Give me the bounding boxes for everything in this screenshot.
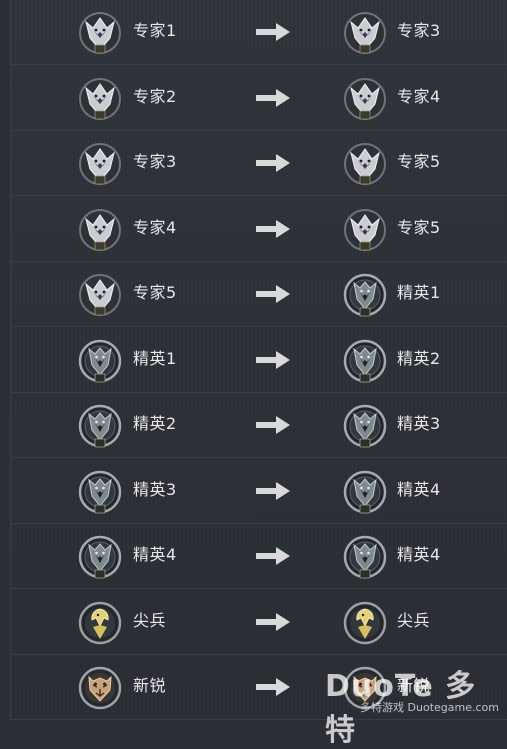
wolf-emblem-dark-icon	[341, 336, 389, 384]
tiger-emblem-icon	[76, 663, 124, 711]
to-rank-label: 专家5	[397, 152, 441, 171]
to-rank-label: 专家5	[397, 217, 441, 237]
from-rank-label: 精英3	[133, 479, 177, 499]
wolf-emblem-silver-icon	[76, 139, 124, 187]
arrow-right-icon	[256, 88, 290, 107]
eagle-emblem-icon	[76, 598, 124, 646]
to-rank-label: 精英1	[397, 283, 441, 302]
to-rank-label: 精英2	[397, 348, 441, 368]
wolf-emblem-silver-icon	[341, 205, 389, 253]
arrow-right-icon	[256, 612, 290, 631]
eagle-emblem-icon	[341, 598, 389, 646]
wolf-emblem-silver-icon	[341, 8, 389, 56]
wolf-emblem-dark-icon	[341, 467, 389, 515]
wolf-emblem-dark-icon	[76, 532, 124, 580]
arrow-right-icon	[256, 547, 290, 565]
wolf-emblem-dark-icon	[76, 401, 124, 449]
wolf-emblem-dark-icon	[76, 467, 124, 515]
wolf-emblem-silver-icon	[341, 74, 389, 122]
from-rank-label: 专家4	[133, 217, 177, 237]
table-row: 专家4 专家5	[11, 197, 507, 262]
arrow-right-icon	[256, 154, 290, 172]
to-rank-label: 精英4	[397, 545, 441, 564]
from-rank-label: 新锐	[133, 676, 167, 695]
watermark: DuoTe 多特 多特游戏 Duotegame.com	[325, 661, 501, 748]
wolf-emblem-dark-icon	[341, 401, 389, 449]
wolf-emblem-dark-icon	[341, 532, 389, 580]
from-rank-label: 专家5	[133, 283, 177, 302]
wolf-emblem-dark-icon	[76, 336, 124, 384]
rank-table: 专家1 专家3 专家2 专家4 专家3 专家5 专家4 专家5 专家5 精英1 …	[10, 0, 507, 721]
table-row: 尖兵 尖兵	[11, 590, 507, 655]
from-rank-label: 专家3	[133, 152, 177, 171]
wolf-emblem-silver-icon	[76, 8, 124, 56]
table-row: 精英2 精英3	[11, 393, 507, 458]
table-row: 精英1 精英2	[11, 328, 507, 393]
to-rank-label: 尖兵	[397, 610, 431, 630]
arrow-right-icon	[256, 23, 290, 41]
arrow-right-icon	[256, 219, 290, 238]
table-row: 精英3 精英4	[11, 459, 507, 524]
from-rank-label: 精英4	[133, 545, 177, 564]
to-rank-label: 精英4	[397, 479, 441, 499]
arrow-right-icon	[256, 481, 290, 500]
wolf-emblem-silver-icon	[341, 139, 389, 187]
watermark-caption: 多特游戏 Duotegame.com	[360, 701, 499, 714]
from-rank-label: 精英1	[133, 348, 177, 368]
from-rank-label: 尖兵	[133, 610, 167, 630]
table-row: 精英4 精英4	[11, 524, 507, 589]
to-rank-label: 专家3	[397, 21, 441, 40]
wolf-emblem-dark-icon	[341, 270, 389, 318]
table-row: 专家5 精英1	[11, 262, 507, 327]
to-rank-label: 精英3	[397, 414, 441, 433]
arrow-right-icon	[256, 678, 290, 696]
table-row: 专家1 专家3	[11, 0, 507, 65]
from-rank-label: 专家1	[133, 21, 177, 40]
arrow-right-icon	[256, 350, 290, 369]
wolf-emblem-silver-icon	[76, 270, 124, 318]
to-rank-label: 专家4	[397, 86, 441, 106]
from-rank-label: 专家2	[133, 86, 177, 106]
arrow-right-icon	[256, 285, 290, 303]
from-rank-label: 精英2	[133, 414, 177, 433]
table-row: 专家3 专家5	[11, 131, 507, 196]
arrow-right-icon	[256, 416, 290, 434]
table-row: 专家2 专家4	[11, 66, 507, 131]
wolf-emblem-silver-icon	[76, 205, 124, 253]
wolf-emblem-silver-icon	[76, 74, 124, 122]
